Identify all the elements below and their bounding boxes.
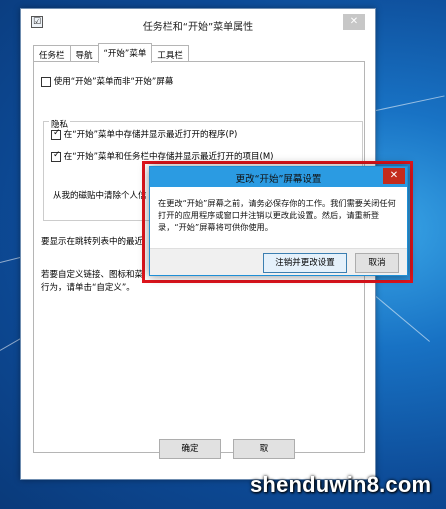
clear-tile-info-text: 从我的磁贴中清除个人信 — [53, 191, 147, 201]
dialog-cancel-button[interactable]: 取消 — [355, 253, 399, 273]
dialog-close-icon[interactable]: ✕ — [383, 168, 405, 184]
store-recent-items-checkbox[interactable] — [51, 150, 61, 162]
use-start-menu-checkbox[interactable] — [41, 76, 51, 87]
wallpaper-streak — [375, 296, 430, 342]
tab-strip: 任务栏 导航 “开始”菜单 工具栏 — [33, 43, 189, 63]
jumplist-count-text: 要显示在跳转列表中的最近 — [41, 237, 144, 247]
tab-taskbar[interactable]: 任务栏 — [33, 45, 71, 62]
customize-text-line1: 若要自定义链接、图标和菜 — [41, 270, 144, 280]
store-recent-programs-option[interactable]: 在“开始”菜单中存储并显示最近打开的程序(P) — [51, 128, 237, 140]
sign-out-and-change-button[interactable]: 注销并更改设置 — [263, 253, 347, 273]
dialog-footer: 注销并更改设置 取消 — [150, 248, 407, 275]
dialog-title: 更改“开始”屏幕设置 — [235, 174, 322, 185]
tab-start-menu[interactable]: “开始”菜单 — [97, 43, 153, 63]
cancel-button[interactable]: 取 — [233, 439, 295, 459]
dialog-message: 在更改“开始”屏幕之前，请务必保存你的工作。我们需要关闭任何打开的应用程序或窗口… — [158, 198, 396, 232]
site-watermark: shenduwin8.com — [250, 472, 432, 497]
window-title: 任务栏和“开始”菜单属性 — [142, 22, 254, 33]
wallpaper-streak — [375, 95, 445, 111]
tab-navigation[interactable]: 导航 — [69, 45, 99, 62]
store-recent-programs-checkbox[interactable] — [51, 128, 61, 140]
customize-text-line2: 行为，请单击“自定义”。 — [41, 283, 135, 293]
window-titlebar[interactable]: ☑ 任务栏和“开始”菜单属性 ✕ — [21, 9, 375, 37]
ok-button[interactable]: 确定 — [159, 439, 221, 459]
store-recent-programs-label: 在“开始”菜单中存储并显示最近打开的程序(P) — [63, 130, 238, 140]
use-start-menu-option[interactable]: 使用“开始”菜单而非“开始”屏幕 — [41, 75, 173, 87]
change-start-screen-dialog: 更改“开始”屏幕设置 ✕ 在更改“开始”屏幕之前，请务必保存你的工作。我们需要关… — [149, 166, 408, 276]
tab-toolbars[interactable]: 工具栏 — [151, 45, 189, 62]
close-icon[interactable]: ✕ — [343, 14, 365, 30]
use-start-menu-label: 使用“开始”菜单而非“开始”屏幕 — [53, 77, 174, 87]
dialog-titlebar[interactable]: 更改“开始”屏幕设置 ✕ — [150, 167, 407, 187]
